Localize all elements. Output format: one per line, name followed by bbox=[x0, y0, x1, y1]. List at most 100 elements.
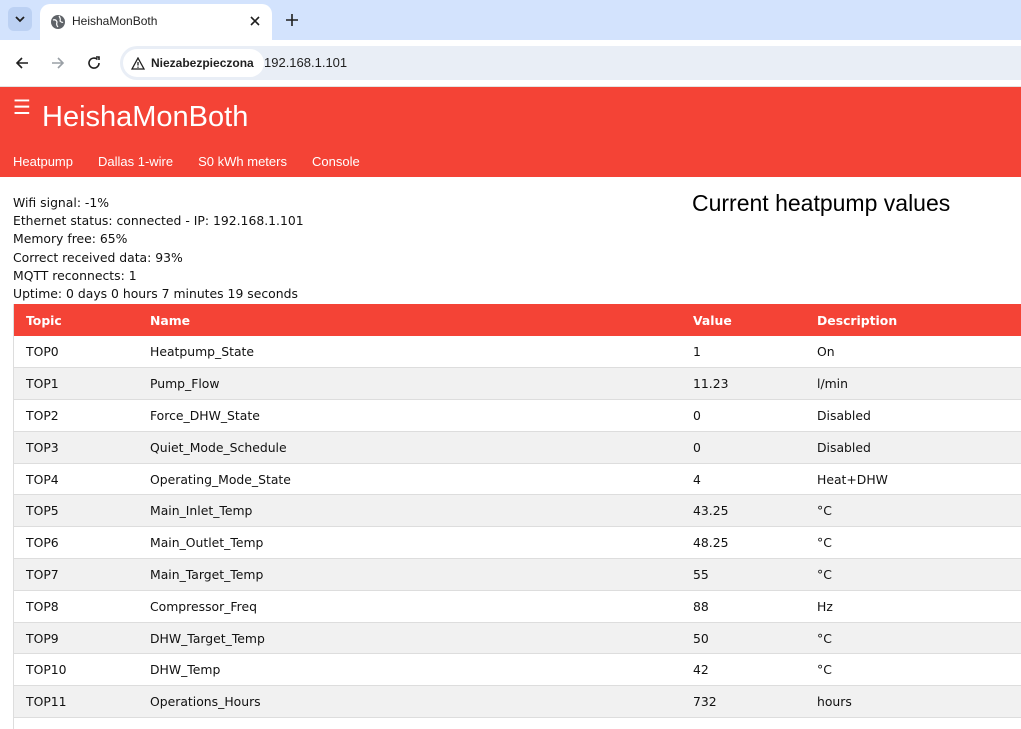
close-icon bbox=[250, 16, 260, 26]
received-data-text: Correct received data: 93% bbox=[13, 249, 183, 265]
mqtt-reconnects-text: MQTT reconnects: 1 bbox=[13, 267, 137, 283]
uptime-text: Uptime: 0 days 0 hours 7 minutes 19 seco… bbox=[13, 286, 298, 302]
browser-toolbar: Niezabezpieczona 192.168.1.101 bbox=[0, 40, 1021, 87]
globe-icon bbox=[51, 15, 65, 29]
cell-name: Force_DHW_State bbox=[150, 407, 260, 423]
cell-name: Operating_Mode_State bbox=[150, 471, 291, 487]
back-button[interactable] bbox=[12, 53, 32, 73]
table-header-row: Topic Name Value Description bbox=[14, 304, 1021, 336]
cell-topic: TOP2 bbox=[26, 407, 59, 423]
plus-icon bbox=[286, 14, 298, 26]
cell-topic: TOP7 bbox=[26, 566, 59, 582]
cell-value: 4 bbox=[693, 471, 701, 487]
cell-topic: TOP6 bbox=[26, 535, 59, 551]
menu-icon[interactable]: ☰ bbox=[13, 97, 31, 117]
table-row: TOP5 Main_Inlet_Temp 43.25 °C bbox=[14, 494, 1021, 527]
cell-name: Compressor_Freq bbox=[150, 598, 257, 614]
cell-topic: TOP3 bbox=[26, 439, 59, 455]
app-header: ☰ HeishaMonBoth Heatpump Dallas 1-wire S… bbox=[0, 87, 1021, 177]
table-row: TOP1 Pump_Flow 11.23 l/min bbox=[14, 367, 1021, 400]
table-row: TOP8 Compressor_Freq 88 Hz bbox=[14, 590, 1021, 623]
cell-description: Hz bbox=[817, 598, 833, 614]
arrow-right-icon bbox=[52, 57, 65, 69]
values-table-container[interactable]: Topic Name Value Description TOP0 Heatpum… bbox=[13, 304, 1021, 729]
cell-topic: TOP10 bbox=[26, 662, 67, 678]
table-row: TOP0 Heatpump_State 1 On bbox=[14, 336, 1021, 368]
cell-description: Disabled bbox=[817, 407, 871, 423]
cell-value: 732 bbox=[693, 694, 717, 710]
tab-close-button[interactable] bbox=[246, 12, 264, 30]
cell-topic: TOP0 bbox=[26, 344, 59, 360]
cell-name: Main_Outlet_Temp bbox=[150, 535, 264, 551]
table-row: TOP2 Force_DHW_State 0 Disabled bbox=[14, 400, 1021, 432]
ethernet-status-text: Ethernet status: connected - IP: 192.168… bbox=[13, 213, 304, 229]
table-row: TOP7 Main_Target_Temp 55 °C bbox=[14, 558, 1021, 591]
wifi-signal-text: Wifi signal: -1% bbox=[13, 195, 110, 210]
url-text[interactable]: 192.168.1.101 bbox=[264, 55, 347, 70]
new-tab-button[interactable] bbox=[282, 10, 302, 30]
chevron-down-icon bbox=[15, 16, 25, 23]
page-content: ☰ HeishaMonBoth Heatpump Dallas 1-wire S… bbox=[0, 87, 1021, 729]
cell-topic: TOP8 bbox=[26, 598, 59, 614]
cell-topic: TOP11 bbox=[26, 694, 67, 710]
cell-description: °C bbox=[817, 535, 832, 551]
cell-value: 1 bbox=[693, 344, 701, 360]
cell-description: Heat+DHW bbox=[817, 471, 888, 487]
nav-link-dallas[interactable]: Dallas 1-wire bbox=[98, 154, 173, 169]
cell-name: Heatpump_State bbox=[150, 344, 255, 360]
cell-name: Main_Target_Temp bbox=[150, 566, 264, 582]
cell-description: °C bbox=[817, 630, 832, 646]
table-row: TOP3 Quiet_Mode_Schedule 0 Disabled bbox=[14, 431, 1021, 464]
cell-topic: TOP1 bbox=[26, 376, 59, 392]
reload-icon bbox=[88, 56, 100, 69]
warning-icon bbox=[131, 56, 145, 70]
cell-name: Pump_Flow bbox=[150, 376, 220, 392]
cell-name: DHW_Temp bbox=[150, 662, 221, 678]
cell-description: On bbox=[817, 344, 835, 360]
app-title: HeishaMonBoth bbox=[42, 101, 249, 133]
cell-value: 42 bbox=[693, 662, 709, 678]
nav-link-heatpump[interactable]: Heatpump bbox=[13, 154, 73, 169]
table-body: TOP0 Heatpump_State 1 On TOP1 Pump_Flow 11.23 l… bbox=[14, 336, 1021, 718]
cell-value: 88 bbox=[693, 598, 709, 614]
header-value: Value bbox=[693, 312, 732, 328]
cell-topic: TOP5 bbox=[26, 503, 59, 519]
status-panel: Wifi signal: -1% Ethernet status: connec… bbox=[13, 194, 304, 303]
cell-description: hours bbox=[817, 694, 852, 710]
cell-name: DHW_Target_Temp bbox=[150, 630, 265, 646]
table-row: TOP9 DHW_Target_Temp 50 °C bbox=[14, 622, 1021, 654]
cell-value: 50 bbox=[693, 630, 709, 646]
table-row: TOP11 Operations_Hours 732 hours bbox=[14, 685, 1021, 718]
reload-button[interactable] bbox=[84, 53, 104, 73]
security-label: Niezabezpieczona bbox=[151, 56, 254, 70]
cell-value: 55 bbox=[693, 566, 709, 582]
header-description: Description bbox=[817, 312, 898, 328]
cell-value: 0 bbox=[693, 407, 701, 423]
header-topic: Topic bbox=[26, 312, 62, 328]
app-nav: Heatpump Dallas 1-wire S0 kWh meters Con… bbox=[13, 154, 385, 169]
tab-search-button[interactable] bbox=[8, 7, 32, 31]
cell-name: Quiet_Mode_Schedule bbox=[150, 439, 287, 455]
cell-topic: TOP4 bbox=[26, 471, 59, 487]
values-table: Topic Name Value Description TOP0 Heatpum… bbox=[14, 304, 1021, 718]
address-bar[interactable]: Niezabezpieczona 192.168.1.101 bbox=[120, 46, 1021, 80]
cell-value: 43.25 bbox=[693, 503, 729, 519]
section-title: Current heatpump values bbox=[692, 190, 951, 216]
cell-name: Main_Inlet_Temp bbox=[150, 503, 253, 519]
cell-name: Operations_Hours bbox=[150, 694, 261, 710]
table-row: TOP10 DHW_Temp 42 °C bbox=[14, 654, 1021, 686]
forward-button[interactable] bbox=[48, 53, 68, 73]
security-chip[interactable]: Niezabezpieczona bbox=[123, 49, 264, 77]
cell-description: Disabled bbox=[817, 439, 871, 455]
cell-value: 48.25 bbox=[693, 535, 729, 551]
header-name: Name bbox=[150, 312, 191, 328]
cell-value: 0 bbox=[693, 439, 701, 455]
cell-value: 11.23 bbox=[693, 376, 729, 392]
browser-tabstrip: HeishaMonBoth bbox=[0, 0, 1021, 40]
cell-description: °C bbox=[817, 503, 832, 519]
cell-description: °C bbox=[817, 566, 832, 582]
browser-tab-active[interactable]: HeishaMonBoth bbox=[40, 4, 272, 40]
table-row: TOP4 Operating_Mode_State 4 Heat+DHW bbox=[14, 463, 1021, 495]
nav-link-console[interactable]: Console bbox=[312, 154, 360, 169]
nav-link-s0-meters[interactable]: S0 kWh meters bbox=[198, 154, 287, 169]
